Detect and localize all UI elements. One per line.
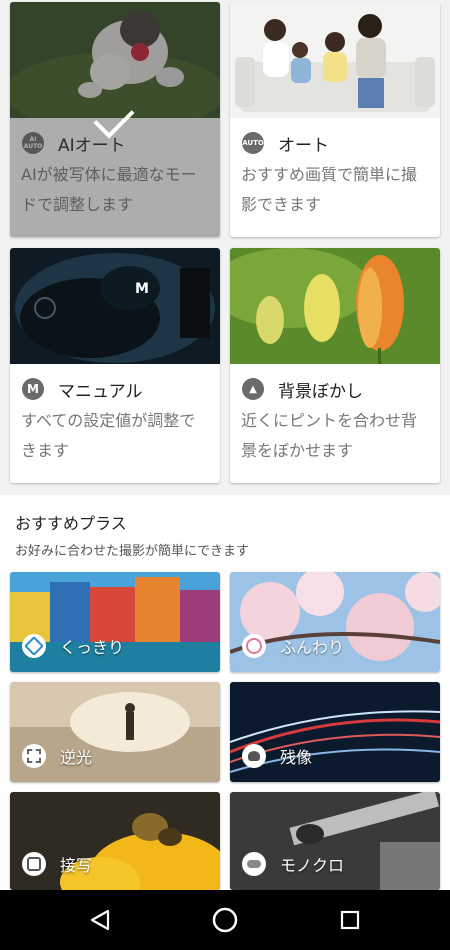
backlight-icon	[22, 744, 46, 768]
back-button[interactable]	[85, 905, 115, 935]
section-title: おすすめプラス	[15, 514, 127, 533]
plus-card-label: モノクロ	[280, 856, 345, 875]
plus-card-label: 逆光	[60, 748, 93, 767]
plus-card-label: ふんわり	[280, 638, 345, 657]
mode-card-ai-auto[interactable]: AI AUTO AIオート AIが被写体に最適なモードで調整します	[10, 2, 220, 237]
soft-icon	[242, 634, 266, 658]
camera-dial-photo: M	[10, 248, 220, 364]
macro-icon	[22, 852, 46, 876]
mode-card-background-bokeh[interactable]: ▲ 背景ぼかし 近くにピントを合わせ背景をぼかせます	[230, 248, 440, 483]
mode-title: 背景ぼかし	[278, 381, 363, 402]
plus-card-monochrome[interactable]: モノクロ	[230, 792, 440, 890]
recents-button[interactable]	[335, 905, 365, 935]
mode-card-manual[interactable]: M M マニュアル すべての設定値が調整できます	[10, 248, 220, 483]
back-icon	[90, 909, 110, 931]
plus-card-soft[interactable]: ふんわり	[230, 572, 440, 672]
svg-text:M: M	[135, 281, 149, 297]
sharp-icon	[22, 634, 46, 658]
tulip-photo	[230, 248, 440, 364]
recents-icon	[340, 910, 360, 930]
family-photo	[230, 2, 440, 118]
navigation-bar	[0, 890, 450, 950]
plus-card-label: 残像	[280, 748, 313, 767]
auto-icon: AUTO	[242, 132, 264, 154]
section-subtitle: お好みに合わせた撮影が簡単にできます	[15, 544, 250, 559]
home-button[interactable]	[210, 905, 240, 935]
plus-card-label: 接写	[60, 856, 93, 875]
mode-title: オート	[278, 135, 329, 156]
plus-card-sharp[interactable]: くっきり	[10, 572, 220, 672]
mode-title: マニュアル	[58, 381, 143, 402]
home-icon	[212, 907, 238, 933]
plus-card-backlight[interactable]: 逆光	[10, 682, 220, 782]
bokeh-icon: ▲	[242, 378, 264, 400]
mode-description: おすすめ画質で簡単に撮影できます	[241, 165, 418, 214]
mode-description: 近くにピントを合わせ背景をぼかせます	[241, 411, 418, 460]
mode-description: すべての設定値が調整できます	[21, 411, 196, 460]
plus-card-label: くっきり	[60, 638, 125, 657]
monochrome-icon	[242, 852, 266, 876]
mode-card-auto[interactable]: AUTO オート おすすめ画質で簡単に撮影できます	[230, 2, 440, 237]
afterimage-icon	[242, 744, 266, 768]
plus-card-afterimage[interactable]: 残像	[230, 682, 440, 782]
plus-card-macro[interactable]: 接写	[10, 792, 220, 890]
manual-icon: M	[22, 378, 44, 400]
